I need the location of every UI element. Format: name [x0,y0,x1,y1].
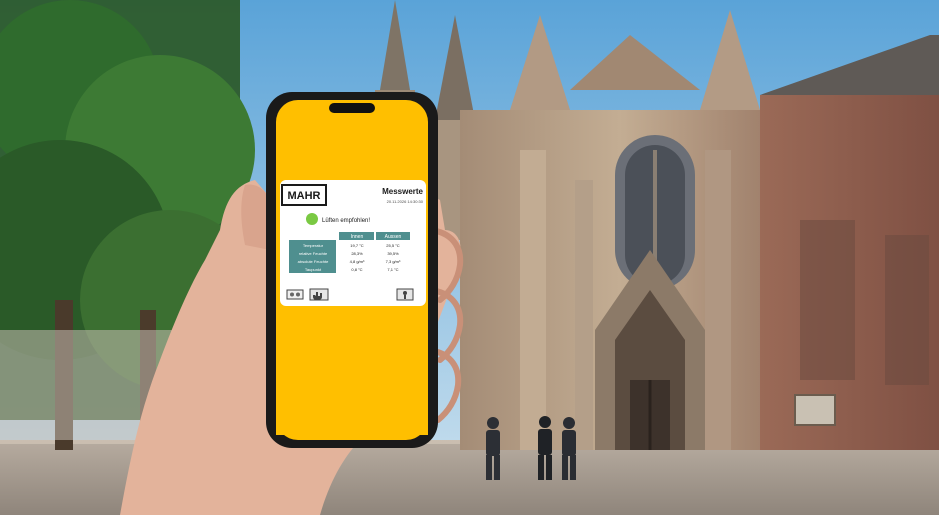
app-timestamp: 20.11.2026 14:30:30 [387,199,424,204]
cell-temperatur-innen: 19,7 °C [350,243,363,248]
settings-icon[interactable] [286,289,304,300]
app-title: Messwerte [382,187,423,196]
cell-rel-feuchte-aussen: 39,5% [387,251,399,256]
cell-abs-feuchte-innen: 4,8 g/m³ [350,259,365,264]
cell-taupunkt-aussen: 7,1 °C [387,267,398,272]
row-label-taupunkt: Taupunkt [305,267,322,272]
status-indicator-icon [306,213,318,225]
cell-rel-feuchte-innen: 28,3% [351,251,363,256]
cell-temperatur-aussen: 25,5 °C [386,243,399,248]
col-innen: Innen [351,234,364,240]
brand-text: MAHR [288,190,321,202]
cell-abs-feuchte-aussen: 7,3 g/m³ [386,259,401,264]
row-label-relative-feuchte: relative Feuchte [299,251,328,256]
row-label-temperatur: Temperatur [303,243,324,248]
row-label-absolute-feuchte: absolute Feuchte [298,259,329,264]
col-aussen: Aussen [385,234,402,240]
status-text: Lüften empfohlen! [322,218,370,224]
cell-taupunkt-innen: 0,8 °C [351,267,362,272]
photo-scene: MAHR Messwerte 20.11.2026 14:30:30 Lüfte… [0,0,939,515]
smartphone: MAHR Messwerte 20.11.2026 14:30:30 Lüfte… [266,92,438,448]
